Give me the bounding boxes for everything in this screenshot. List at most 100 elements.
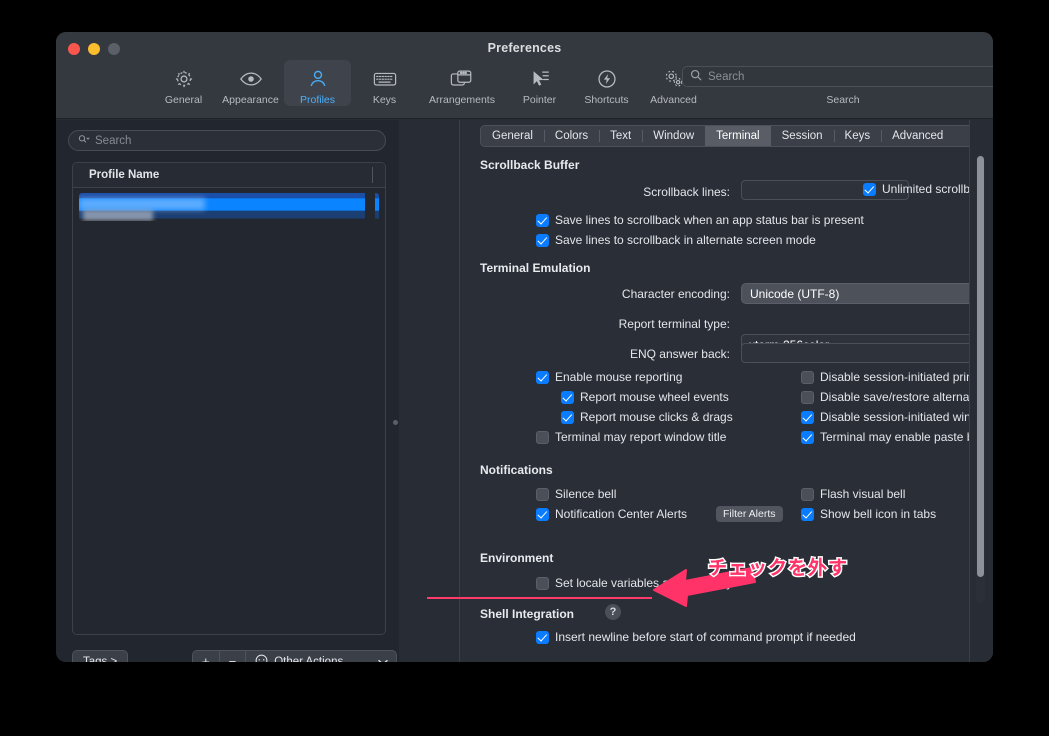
toolbar-item-pointer[interactable]: Pointer <box>506 60 573 106</box>
notification-center-alerts-checkbox[interactable]: Notification Center Alerts <box>536 507 687 521</box>
profile-search-input[interactable]: Search <box>68 130 386 151</box>
section-title-shell-integration: Shell Integration <box>480 607 575 621</box>
profile-name-column-header: Profile Name <box>89 169 160 181</box>
disable-session-window-resizing-label: Disable session-initiated window resizin… <box>820 410 993 424</box>
toolbar-search-group: Search Search <box>682 66 993 106</box>
tab-general[interactable]: General <box>481 126 544 146</box>
column-divider[interactable] <box>372 167 373 183</box>
gear-icon <box>173 66 195 91</box>
tab-keys[interactable]: Keys <box>833 126 882 146</box>
row-right-gutter <box>365 193 375 221</box>
settings-scrollbar[interactable] <box>976 154 985 603</box>
bolt-circle-icon <box>596 66 618 91</box>
table-row[interactable] <box>79 193 379 221</box>
profiles-sidebar: Search Profile Name Tags > + − Other Act… <box>56 120 399 662</box>
disable-session-window-resizing-checkbox[interactable]: Disable session-initiated window resizin… <box>801 410 993 424</box>
tab-colors[interactable]: Colors <box>543 126 599 146</box>
enable-mouse-reporting-checkbox[interactable]: Enable mouse reporting <box>536 370 682 384</box>
window-body: Search Profile Name Tags > + − Other Act… <box>56 120 993 662</box>
toolbar-label-pointer: Pointer <box>522 94 557 106</box>
save-status-bar-checkbox[interactable]: Save lines to scrollback when an app sta… <box>536 213 864 227</box>
report-mouse-clicks-checkbox[interactable]: Report mouse clicks & drags <box>561 410 733 424</box>
toolbar-label-general: General <box>164 94 203 106</box>
checkbox-box <box>536 488 549 501</box>
redacted-profile-name <box>79 198 205 210</box>
keyboard-icon <box>373 66 397 91</box>
filter-alerts-button[interactable]: Filter Alerts <box>716 506 783 522</box>
save-alternate-screen-checkbox[interactable]: Save lines to scrollback in alternate sc… <box>536 233 816 247</box>
windows-icon <box>450 66 474 91</box>
character-encoding-value: Unicode (UTF-8) <box>750 286 840 301</box>
toolbar-search-placeholder: Search <box>708 70 745 83</box>
other-actions-button[interactable]: Other Actions... <box>246 651 396 662</box>
disable-save-restore-alternate-checkbox[interactable]: Disable save/restore alternate screen <box>801 390 993 404</box>
person-icon <box>307 66 329 91</box>
annotation-underline <box>427 597 652 599</box>
tab-session[interactable]: Session <box>771 126 834 146</box>
toolbar-item-arrangements[interactable]: Arrangements <box>418 60 506 106</box>
tab-terminal[interactable]: Terminal <box>705 126 771 146</box>
enq-answer-back-input[interactable] <box>741 343 993 363</box>
checkbox-box <box>801 391 814 404</box>
profile-search-placeholder: Search <box>95 134 132 147</box>
search-icon <box>78 132 90 150</box>
ellipsis-circle-icon <box>255 654 268 662</box>
help-icon[interactable]: ? <box>605 604 621 620</box>
toolbar-item-profiles[interactable]: Profiles <box>284 60 351 106</box>
character-encoding-label: Character encoding: <box>621 287 730 301</box>
show-bell-icon-in-tabs-checkbox[interactable]: Show bell icon in tabs <box>801 507 936 521</box>
toolbar-label-keys: Keys <box>372 94 397 106</box>
flash-visual-bell-checkbox[interactable]: Flash visual bell <box>801 487 905 501</box>
tab-window[interactable]: Window <box>642 126 705 146</box>
enq-answer-back-label: ENQ answer back: <box>629 347 730 361</box>
tab-advanced[interactable]: Advanced <box>881 126 954 146</box>
sidebar-resize-handle[interactable] <box>393 420 398 425</box>
add-profile-button[interactable]: + <box>193 651 220 662</box>
character-encoding-select[interactable]: Unicode (UTF-8) <box>741 283 993 304</box>
window-title: Preferences <box>487 41 562 55</box>
report-mouse-clicks-label: Report mouse clicks & drags <box>580 410 733 424</box>
checkbox-box <box>801 371 814 384</box>
annotation-text: チェックを外す <box>708 557 849 579</box>
disable-session-printing-checkbox[interactable]: Disable session-initiated printing <box>801 370 992 384</box>
settings-pane-content: Scrollback Buffer Scrollback lines: Unli… <box>460 151 993 644</box>
terminal-may-report-window-title-checkbox[interactable]: Terminal may report window title <box>536 430 726 444</box>
insert-newline-checkbox[interactable]: Insert newline before start of command p… <box>536 630 856 644</box>
toolbar-item-keys[interactable]: Keys <box>351 60 418 106</box>
paste-bracketing-label: Terminal may enable paste bracketing <box>820 430 993 444</box>
checkbox-box <box>561 391 574 404</box>
scrollbar-thumb[interactable] <box>977 156 984 577</box>
profiles-table[interactable]: Profile Name <box>72 162 386 635</box>
disable-session-printing-label: Disable session-initiated printing <box>820 370 993 384</box>
tags-button[interactable]: Tags > <box>72 650 129 662</box>
remove-profile-button[interactable]: − <box>220 651 247 662</box>
redacted-profile-name-secondary <box>83 210 153 221</box>
profile-tabs: General Colors Text Window Terminal Sess… <box>480 125 993 147</box>
toolbar-item-shortcuts[interactable]: Shortcuts <box>573 60 640 106</box>
section-title-environment: Environment <box>480 551 554 565</box>
toolbar-search-input[interactable]: Search <box>682 66 993 87</box>
preferences-toolbar: General Appearance Profiles Keys Arrange… <box>56 60 993 118</box>
profiles-sidebar-toolbar: Tags > + − Other Actions... <box>72 650 398 662</box>
search-icon <box>690 68 702 86</box>
preferences-window: Preferences General Appearance Profiles … <box>56 32 993 662</box>
other-actions-label: Other Actions... <box>274 655 353 663</box>
profiles-table-header[interactable]: Profile Name <box>73 163 385 188</box>
checkbox-box <box>536 631 549 644</box>
silence-bell-checkbox[interactable]: Silence bell <box>536 487 616 501</box>
toolbar-label-shortcuts: Shortcuts <box>584 94 629 106</box>
eye-icon <box>239 66 263 91</box>
window-titlebar: Preferences General Appearance Profiles … <box>56 32 993 119</box>
checkbox-box <box>536 431 549 444</box>
report-mouse-wheel-checkbox[interactable]: Report mouse wheel events <box>561 390 729 404</box>
tab-text[interactable]: Text <box>599 126 642 146</box>
toolbar-item-general[interactable]: General <box>150 60 217 106</box>
paste-bracketing-checkbox[interactable]: Terminal may enable paste bracketing <box>801 430 993 444</box>
insert-newline-label: Insert newline before start of command p… <box>555 630 856 644</box>
profiles-segmented-control: + − Other Actions... <box>192 650 398 662</box>
chevron-down-icon <box>378 654 388 662</box>
toolbar-item-appearance[interactable]: Appearance <box>217 60 284 106</box>
section-title-scrollback: Scrollback Buffer <box>480 158 580 172</box>
flash-visual-bell-label: Flash visual bell <box>820 487 906 501</box>
cursor-icon <box>529 66 551 91</box>
